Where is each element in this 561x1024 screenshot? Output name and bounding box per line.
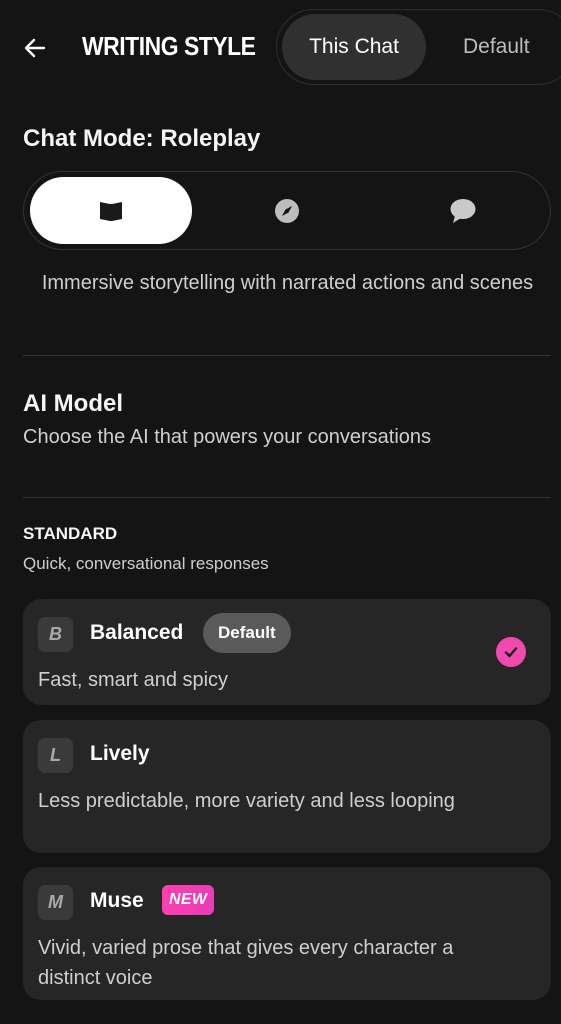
scope-toggle: This Chat Default (276, 9, 561, 85)
model-letter-badge: B (38, 617, 73, 652)
back-button[interactable] (20, 33, 50, 63)
chat-mode-heading: Chat Mode: Roleplay (23, 125, 261, 152)
model-name: Lively (90, 742, 150, 765)
arrow-left-icon (24, 38, 46, 58)
page-title: WRITING STYLE (82, 31, 256, 61)
book-icon (100, 201, 122, 221)
divider (23, 355, 551, 356)
mode-option-roleplay[interactable] (30, 177, 192, 244)
model-letter-badge: L (38, 738, 73, 773)
chat-bubble-icon (450, 198, 476, 223)
mode-option-adventure[interactable] (206, 177, 368, 244)
model-name: Muse (90, 889, 144, 912)
model-description: Vivid, varied prose that gives every cha… (38, 937, 454, 989)
tab-default[interactable]: Default (442, 14, 561, 80)
selected-check-icon (496, 637, 526, 667)
writing-style-screen: WRITING STYLE This Chat Default Chat Mod… (0, 0, 561, 1024)
tier-subtitle: Quick, conversational responses (23, 554, 269, 573)
ai-model-subtitle: Choose the AI that powers your conversat… (23, 426, 432, 448)
model-letter-badge: M (38, 885, 73, 920)
new-badge: NEW (162, 885, 215, 915)
chat-mode-description: Immersive storytelling with narrated act… (41, 272, 534, 294)
model-card-lively[interactable]: L Lively Less predictable, more variety … (23, 720, 551, 853)
chat-mode-switch (23, 171, 551, 250)
model-description: Less predictable, more variety and less … (38, 790, 455, 812)
model-name: Balanced (90, 621, 184, 644)
header: WRITING STYLE This Chat Default (0, 0, 561, 94)
ai-model-heading: AI Model (23, 390, 123, 417)
compass-icon (275, 198, 299, 223)
mode-option-chat[interactable] (382, 177, 544, 244)
model-card-balanced[interactable]: B Balanced Default Fast, smart and spicy (23, 599, 551, 705)
model-card-muse[interactable]: M Muse NEW Vivid, varied prose that give… (23, 867, 551, 1000)
default-badge: Default (203, 613, 291, 653)
tier-label: STANDARD (23, 524, 118, 543)
model-description: Fast, smart and spicy (38, 669, 229, 691)
divider (23, 497, 551, 498)
tab-this-chat[interactable]: This Chat (282, 14, 426, 80)
